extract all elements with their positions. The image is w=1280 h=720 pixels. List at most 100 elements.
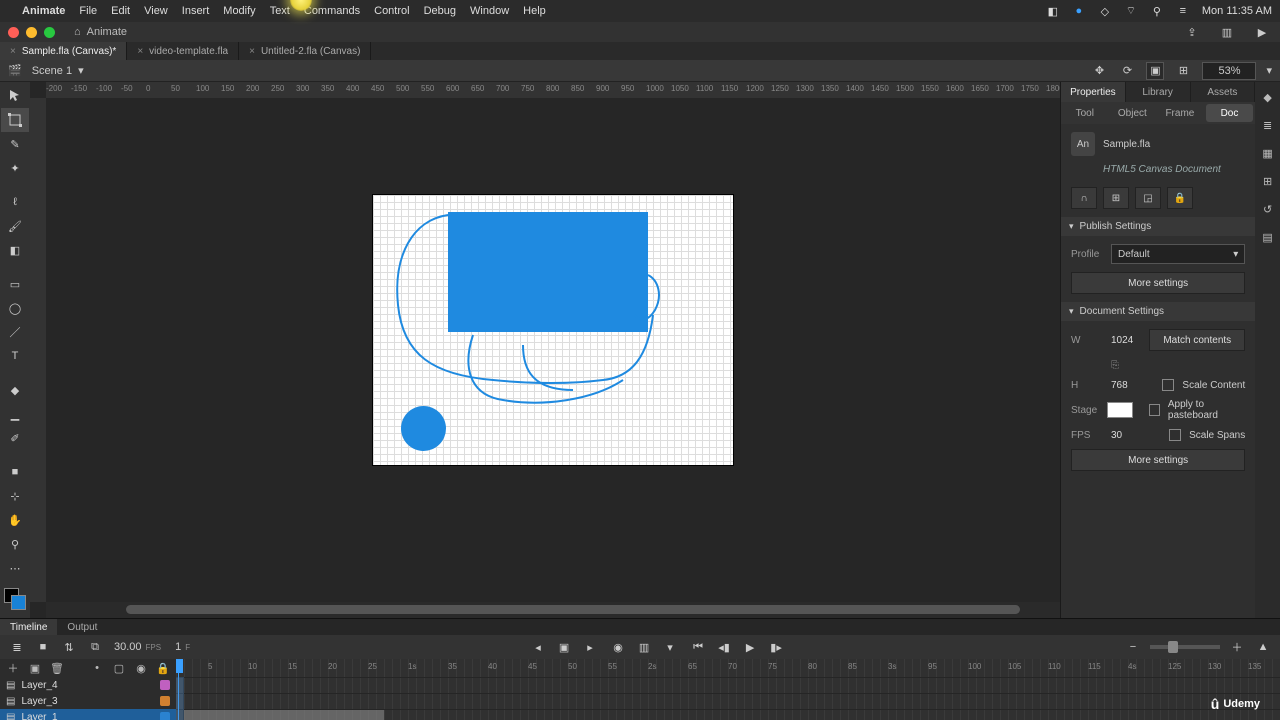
subtab-doc[interactable]: Doc [1206,104,1254,122]
share-icon[interactable]: ⇪ [1182,24,1202,40]
hand-tool[interactable]: ✋ [1,508,29,532]
menu-file[interactable]: File [79,5,97,17]
camera-tool[interactable]: ■ [1,460,29,484]
blue-rectangle-shape[interactable] [448,212,648,332]
onion-outline-icon[interactable]: ◉ [609,638,627,656]
paint-bucket-tool[interactable]: ◆ [1,378,29,402]
menu-text[interactable]: Text [270,5,290,17]
menu-control[interactable]: Control [374,5,409,17]
menu-insert[interactable]: Insert [182,5,210,17]
tray-icon-1[interactable]: ◧ [1046,4,1060,18]
window-close-button[interactable] [8,27,19,38]
eraser-tool[interactable]: ◧ [1,238,29,262]
doc-tab-2[interactable]: ×Untitled-2.fla (Canvas) [239,42,371,60]
layer-color-swatch[interactable] [160,696,170,706]
zoom-slider-thumb[interactable] [1168,641,1178,653]
text-tool[interactable]: T [1,344,29,368]
play-preview-icon[interactable]: ▶ [1252,24,1272,40]
layer-color-swatch[interactable] [160,712,170,720]
height-value[interactable]: 768 [1111,380,1128,391]
tool-opts-icon[interactable]: ⋯ [1,556,29,580]
timeline-tab[interactable]: Timeline [0,619,57,635]
frame-row[interactable] [176,677,1280,693]
lock-icon[interactable]: 🔒 [156,662,170,675]
layer-color-swatch[interactable] [160,680,170,690]
step-fwd-icon[interactable]: ▮▸ [767,638,785,656]
publish-settings-header[interactable]: ▾Publish Settings [1061,217,1255,236]
line-tool[interactable]: ／ [1,320,29,344]
window-zoom-button[interactable] [44,27,55,38]
menu-debug[interactable]: Debug [424,5,456,17]
subtab-frame[interactable]: Frame [1156,102,1204,124]
tab-assets[interactable]: Assets [1191,82,1256,102]
timeline-fit-icon[interactable]: ▲ [1254,638,1272,656]
publish-more-button[interactable]: More settings [1071,272,1245,294]
highlight-layer-icon[interactable]: • [90,662,104,674]
link-wh-icon[interactable]: ⎘ [1109,359,1121,371]
doc-more-button[interactable]: More settings [1071,449,1245,471]
layer-row[interactable]: ▤Layer_4 [0,677,176,693]
doc-tab-1[interactable]: ×video-template.fla [127,42,239,60]
match-contents-button[interactable]: Match contents [1149,329,1245,351]
eye-icon[interactable]: ◉ [134,662,148,675]
zoom-tool[interactable]: ⚲ [1,532,29,556]
scale-content-checkbox[interactable] [1162,379,1174,391]
rail-transform-icon[interactable]: ⊞ [1259,172,1277,190]
color-swatches[interactable] [4,588,26,610]
tray-cc-icon[interactable]: ● [1072,4,1086,18]
grid-toggle-icon[interactable]: ⊞ [1103,187,1129,209]
insert-kf-icon[interactable]: ▣ [555,638,573,656]
close-icon[interactable]: × [249,46,255,57]
rail-components-icon[interactable]: ▤ [1259,228,1277,246]
menu-help[interactable]: Help [523,5,546,17]
frame-row[interactable] [176,709,1280,720]
subtab-tool[interactable]: Tool [1061,102,1109,124]
chevron-down-icon[interactable]: ▾ [1266,64,1272,77]
outline-layer-icon[interactable]: ▢ [112,662,126,675]
edit-multi-icon[interactable]: ▥ [635,638,653,656]
center-stage-icon[interactable]: ✥ [1090,62,1108,80]
menu-commands[interactable]: Commands [304,5,360,17]
rail-history-icon[interactable]: ↺ [1259,200,1277,218]
document-settings-header[interactable]: ▾Document Settings [1061,302,1255,321]
stage-hscrollbar[interactable] [46,602,1060,618]
menu-view[interactable]: View [144,5,168,17]
tab-library[interactable]: Library [1126,82,1191,102]
guides-toggle-icon[interactable]: ◲ [1135,187,1161,209]
frame-grid[interactable]: 5101520251s35404550552s65707580853s95100… [176,659,1280,720]
lock-toggle-icon[interactable]: 🔒 [1167,187,1193,209]
tab-properties[interactable]: Properties [1061,82,1126,102]
subtab-object[interactable]: Object [1109,102,1157,124]
snap-toggle-icon[interactable]: ∩ [1071,187,1097,209]
menu-window[interactable]: Window [470,5,509,17]
new-layer-icon[interactable]: ＋ [6,660,20,676]
free-transform-tool[interactable] [1,108,29,132]
rail-align-icon[interactable]: ≣ [1259,116,1277,134]
frame-row[interactable] [176,693,1280,709]
scrollbar-thumb[interactable] [126,605,1020,614]
lasso-tool[interactable]: ✎ [1,132,29,156]
ellipse-tool[interactable]: ◯ [1,296,29,320]
ink-bottle-tool[interactable]: ▁ [1,402,29,426]
play-icon[interactable]: ▶ [741,638,759,656]
fill-swatch[interactable] [11,595,26,610]
close-icon[interactable]: × [10,46,16,57]
menu-edit[interactable]: Edit [111,5,130,17]
width-value[interactable]: 1024 [1111,335,1133,346]
fps-value[interactable]: 30 [1111,430,1122,441]
magic-wand-tool[interactable]: ✦ [1,156,29,180]
onion-skin-icon[interactable]: ⧉ [86,638,104,656]
rail-color-icon[interactable]: ◆ [1259,88,1277,106]
clip-stage-icon[interactable]: ▣ [1146,62,1164,80]
doc-tab-0[interactable]: ×Sample.fla (Canvas)* [0,42,127,60]
marker-icon[interactable]: ▾ [661,638,679,656]
stage-viewport[interactable] [46,98,1060,602]
brush-tool[interactable]: 🖌 [1,214,29,238]
tray-location-icon[interactable]: ◇ [1098,4,1112,18]
first-frame-icon[interactable]: ⏮ [689,638,707,656]
step-back-icon[interactable]: ◂▮ [715,638,733,656]
next-kf-icon[interactable]: ▸ [581,638,599,656]
eyedropper-tool[interactable]: ✐ [1,426,29,450]
playhead-handle[interactable] [176,659,183,673]
scene-selector[interactable]: Scene 1 ▾ [32,64,84,77]
